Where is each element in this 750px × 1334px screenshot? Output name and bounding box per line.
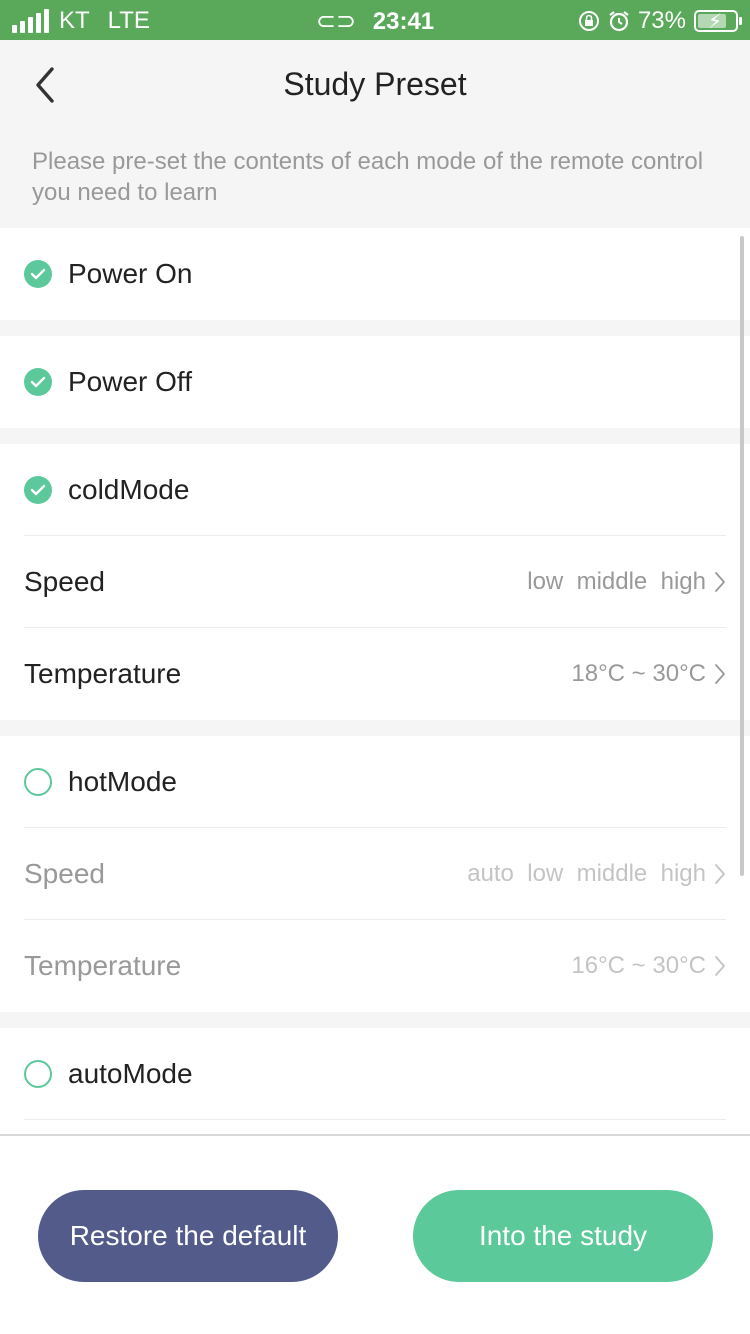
speed-label: Speed: [24, 566, 105, 597]
temperature-value: 18°C ~ 30°C: [571, 660, 706, 687]
power-off-section: Power Off: [0, 336, 750, 428]
hot-speed-row: Speed auto low middle high: [0, 828, 750, 920]
power-off-label: Power Off: [68, 366, 192, 397]
into-study-button[interactable]: Into the study: [413, 1190, 713, 1282]
auto-mode-row[interactable]: autoMode: [0, 1028, 750, 1120]
speed-value: auto low middle high: [467, 860, 706, 887]
cold-temperature-row[interactable]: Temperature 18°C ~ 30°C: [0, 628, 750, 720]
check-circle-icon[interactable]: [24, 368, 52, 396]
instruction-text: Please pre-set the contents of each mode…: [32, 148, 704, 206]
hot-mode-row[interactable]: hotMode: [0, 736, 750, 828]
auto-mode-section: autoMode: [0, 1028, 750, 1134]
status-bar: KT LTE ⊂⊃ 23:41 73% ⚡: [0, 0, 750, 40]
battery-charging-icon: ⚡: [694, 10, 742, 33]
check-circle-icon[interactable]: [24, 476, 52, 504]
temperature-label: Temperature: [24, 950, 182, 981]
power-on-section: Power On: [0, 228, 750, 320]
power-on-label: Power On: [68, 258, 193, 289]
speed-label: Speed: [24, 858, 105, 889]
chevron-right-icon: [714, 955, 726, 977]
speed-value: low middle high: [527, 568, 706, 595]
unchecked-circle-icon[interactable]: [24, 768, 52, 796]
check-circle-icon[interactable]: [24, 260, 52, 288]
temperature-label: Temperature: [24, 658, 182, 689]
scrollbar[interactable]: [740, 236, 744, 876]
link-icon: ⊂⊃: [315, 8, 357, 35]
auto-mode-extra-row: [0, 1120, 750, 1134]
alarm-icon: [609, 11, 629, 32]
chevron-right-icon: [714, 863, 726, 885]
hot-temperature-row: Temperature 16°C ~ 30°C: [0, 920, 750, 1012]
mode-list[interactable]: Power On Power Off coldMode Speed low mi…: [0, 228, 750, 1134]
unchecked-circle-icon[interactable]: [24, 1060, 52, 1088]
nav-header: Study Preset: [0, 40, 750, 130]
cold-mode-row[interactable]: coldMode: [0, 444, 750, 536]
cold-speed-row[interactable]: Speed low middle high: [0, 536, 750, 628]
temperature-value: 16°C ~ 30°C: [571, 952, 706, 979]
footer-bar: Restore the default Into the study: [0, 1134, 750, 1334]
auto-mode-label: autoMode: [68, 1058, 193, 1089]
chevron-right-icon: [714, 571, 726, 593]
battery-percent: 73%: [637, 7, 686, 34]
chevron-right-icon: [714, 663, 726, 685]
power-on-row[interactable]: Power On: [0, 228, 750, 320]
cold-mode-section: coldMode Speed low middle high Temperatu…: [0, 444, 750, 720]
cold-mode-label: coldMode: [68, 474, 190, 505]
status-time: 23:41: [372, 8, 435, 35]
power-off-row[interactable]: Power Off: [0, 336, 750, 428]
restore-default-button[interactable]: Restore the default: [38, 1190, 338, 1282]
hot-mode-section: hotMode Speed auto low middle high Tempe…: [0, 736, 750, 1012]
hot-mode-label: hotMode: [68, 766, 177, 797]
page-title: Study Preset: [283, 66, 467, 102]
rotation-lock-icon: [578, 11, 599, 31]
